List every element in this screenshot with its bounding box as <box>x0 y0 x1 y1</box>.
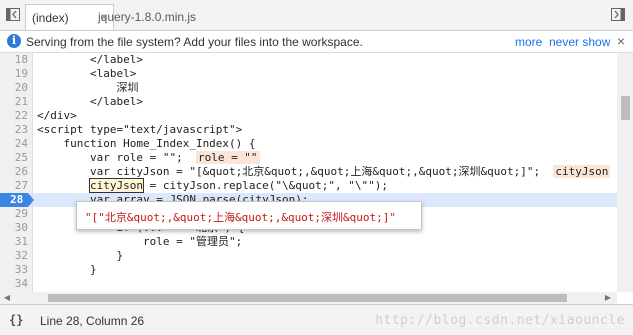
code-line[interactable]: 23 <script type="text/javascript"> <box>0 123 617 137</box>
line-number[interactable]: 30 <box>0 221 28 235</box>
code-line[interactable]: 27 cityJson = cityJson.replace("\&quot;"… <box>0 178 617 193</box>
code-text: </div> <box>37 109 77 123</box>
code-content: var cityJson = "[&quot;北京&quot;,&quot;上海… <box>37 165 541 178</box>
line-number[interactable]: 19 <box>0 67 28 81</box>
code-text: role = "管理员"; <box>37 235 242 249</box>
close-icon[interactable]: × <box>617 33 625 49</box>
inline-value-hint: role = "" <box>195 151 260 164</box>
line-number[interactable]: 26 <box>0 165 28 179</box>
code-text: <label> <box>37 67 136 81</box>
code-content: </label> <box>37 53 143 66</box>
tab-index-label: (index) <box>32 11 69 25</box>
line-number[interactable]: 29 <box>0 207 28 221</box>
line-number[interactable]: 25 <box>0 151 28 165</box>
line-number[interactable]: 31 <box>0 235 28 249</box>
code-text: cityJson = cityJson.replace("\&quot;", "… <box>37 178 389 193</box>
tab-jquery[interactable]: jquery-1.8.0.min.js <box>92 4 202 30</box>
infobar-message: Serving from the file system? Add your f… <box>26 35 363 49</box>
code-content: } <box>37 249 124 262</box>
code-text: var role = ""; role = "" <box>37 151 260 165</box>
code-content: </div> <box>37 109 77 122</box>
scroll-right-icon[interactable]: ▶ <box>603 293 613 303</box>
code-line[interactable]: 31 role = "管理员"; <box>0 235 617 249</box>
code-text: } <box>37 263 97 277</box>
value-popover: "["北京&quot;,&quot;上海&quot;,&quot;深圳&quot… <box>76 201 422 230</box>
popover-value: "["北京&quot;,&quot;上海&quot;,&quot;深圳&quot… <box>85 211 397 224</box>
pretty-print-icon[interactable]: {} <box>9 313 23 327</box>
code-line[interactable]: 19 <label> <box>0 67 617 81</box>
code-line[interactable]: 34 <box>0 277 617 291</box>
code-text: } <box>37 249 123 263</box>
more-link[interactable]: more <box>515 35 542 49</box>
line-number[interactable]: 32 <box>0 249 28 263</box>
code-text: </label> <box>37 95 143 109</box>
code-line[interactable]: 33 } <box>0 263 617 277</box>
code-text: var cityJson = "[&quot;北京&quot;,&quot;上海… <box>37 165 611 179</box>
vertical-scroll-thumb[interactable] <box>621 96 630 120</box>
vertical-scrollbar[interactable] <box>617 53 633 292</box>
scroll-left-icon[interactable]: ◀ <box>2 293 12 303</box>
line-number[interactable]: 24 <box>0 137 28 151</box>
code-content: function Home_Index_Index() { <box>37 137 256 150</box>
code-line[interactable]: 18 </label> <box>0 53 617 67</box>
code-text: <script type="text/javascript"> <box>37 123 242 137</box>
code-line[interactable]: 21 </label> <box>0 95 617 109</box>
inline-value-hint: cityJson <box>553 165 611 178</box>
code-content: <script type="text/javascript"> <box>37 123 243 136</box>
code-line[interactable]: 25 var role = ""; role = "" <box>0 151 617 165</box>
code-text: function Home_Index_Index() { <box>37 137 256 151</box>
code-content: 深圳 <box>37 81 139 94</box>
line-number[interactable]: 18 <box>0 53 28 67</box>
tab-jquery-label: jquery-1.8.0.min.js <box>98 10 197 24</box>
code-content: </label> <box>37 95 143 108</box>
hovered-token[interactable]: cityJson <box>88 178 144 193</box>
line-number[interactable]: 21 <box>0 95 28 109</box>
tab-bar: (index) × jquery-1.8.0.min.js <box>0 0 633 31</box>
status-bar: {} Line 28, Column 26 http://blog.csdn.n… <box>0 304 633 335</box>
debugger-toggle-icon[interactable] <box>611 8 625 21</box>
line-number[interactable]: 23 <box>0 123 28 137</box>
code-editor[interactable]: 18 </label> 19 <label> 20 深圳 21 </label> 22 <… <box>0 53 617 292</box>
info-icon: i <box>7 34 21 48</box>
horizontal-scroll-thumb[interactable] <box>48 294 567 302</box>
code-line[interactable]: 24 function Home_Index_Index() { <box>0 137 617 151</box>
code-content: } <box>37 263 97 276</box>
line-number[interactable]: 27 <box>0 179 28 193</box>
cursor-position: Line 28, Column 26 <box>40 314 145 328</box>
never-show-link[interactable]: never show <box>549 35 610 49</box>
code-line[interactable]: 32 } <box>0 249 617 263</box>
code-text: </label> <box>37 53 143 67</box>
breakpoint-marker[interactable]: 28 <box>0 193 34 207</box>
line-number[interactable]: 34 <box>0 277 28 291</box>
code-rest: = cityJson.replace("\&quot;", "\""); <box>142 179 389 192</box>
breakpoint-line-number: 28 <box>10 193 24 206</box>
code-line[interactable]: 20 深圳 <box>0 81 617 95</box>
horizontal-scrollbar[interactable]: ◀ ▶ <box>0 292 617 304</box>
code-line[interactable]: 22 </div> <box>0 109 617 123</box>
code-line[interactable]: 26 var cityJson = "[&quot;北京&quot;,&quot… <box>0 165 617 179</box>
navigator-toggle-icon[interactable] <box>6 8 20 21</box>
watermark-text: http://blog.csdn.net/xiaouncle <box>375 313 625 328</box>
line-number[interactable]: 33 <box>0 263 28 277</box>
code-content: var role = ""; <box>37 151 183 164</box>
code-content: <label> <box>37 67 137 80</box>
code-content: role = "管理员"; <box>37 235 243 248</box>
code-text: 深圳 <box>37 81 138 95</box>
line-number[interactable]: 22 <box>0 109 28 123</box>
workspace-infobar: i Serving from the file system? Add your… <box>0 31 633 53</box>
line-number[interactable]: 20 <box>0 81 28 95</box>
